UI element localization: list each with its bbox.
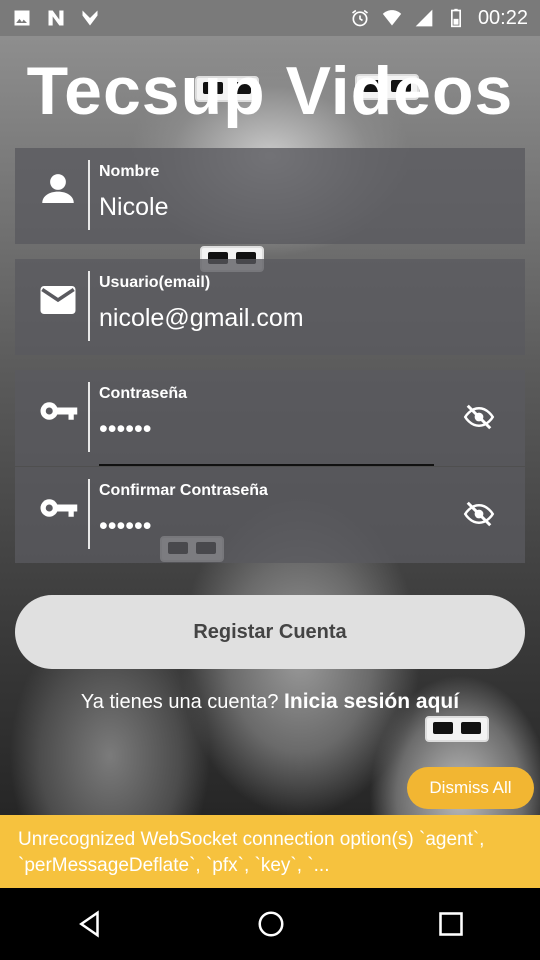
mail-icon [40, 286, 76, 314]
email-label: Usuario(email) [99, 274, 211, 291]
register-button[interactable]: Registar Cuenta [15, 595, 525, 669]
dismiss-all-button[interactable]: Dismiss All [407, 767, 534, 809]
status-bar: 00:22 [0, 0, 540, 36]
image-icon [14, 10, 30, 26]
confirm-password-field[interactable]: Confirmar Contraseña •••••• [15, 467, 525, 563]
password-underline [99, 464, 434, 466]
password-input[interactable]: •••••• [99, 415, 152, 444]
email-field[interactable]: Usuario(email) nicole@gmail.com [15, 259, 525, 355]
field-divider [88, 160, 90, 230]
eye-off-icon[interactable] [461, 499, 497, 529]
back-icon[interactable] [75, 909, 105, 939]
field-divider [88, 382, 90, 452]
app-title: Tecsup Videos [26, 53, 514, 129]
login-prompt: Ya tienes una cuenta? Inicia sesión aquí [0, 690, 540, 714]
navigation-bar [0, 888, 540, 960]
login-prompt-text: Ya tienes una cuenta? [80, 691, 285, 713]
field-divider [88, 479, 90, 549]
warning-banner[interactable]: Unrecognized WebSocket connection option… [0, 815, 540, 888]
field-divider [88, 271, 90, 341]
key-icon [40, 499, 78, 517]
email-input[interactable]: nicole@gmail.com [99, 304, 304, 333]
n-app-icon [48, 10, 64, 26]
status-time: 00:22 [477, 6, 528, 29]
signal-icon [415, 9, 433, 27]
confirm-password-label: Confirmar Contraseña [99, 482, 268, 499]
glasses-decoration [425, 716, 489, 742]
alarm-icon [351, 9, 368, 27]
person-icon [42, 174, 74, 203]
password-field[interactable]: Contraseña •••••• [15, 370, 525, 466]
password-label: Contraseña [99, 385, 188, 402]
battery-icon [450, 8, 461, 28]
login-link[interactable]: Inicia sesión aquí [284, 690, 459, 713]
eye-off-icon[interactable] [461, 402, 497, 432]
confirm-password-input[interactable]: •••••• [99, 512, 152, 541]
name-label: Nombre [99, 163, 160, 180]
name-field[interactable]: Nombre Nicole [15, 148, 525, 244]
recents-icon[interactable] [437, 910, 465, 938]
name-input[interactable]: Nicole [99, 193, 168, 222]
home-icon[interactable] [256, 909, 286, 939]
key-icon [40, 402, 78, 420]
check-app-icon [82, 10, 98, 26]
wifi-icon [382, 10, 402, 26]
